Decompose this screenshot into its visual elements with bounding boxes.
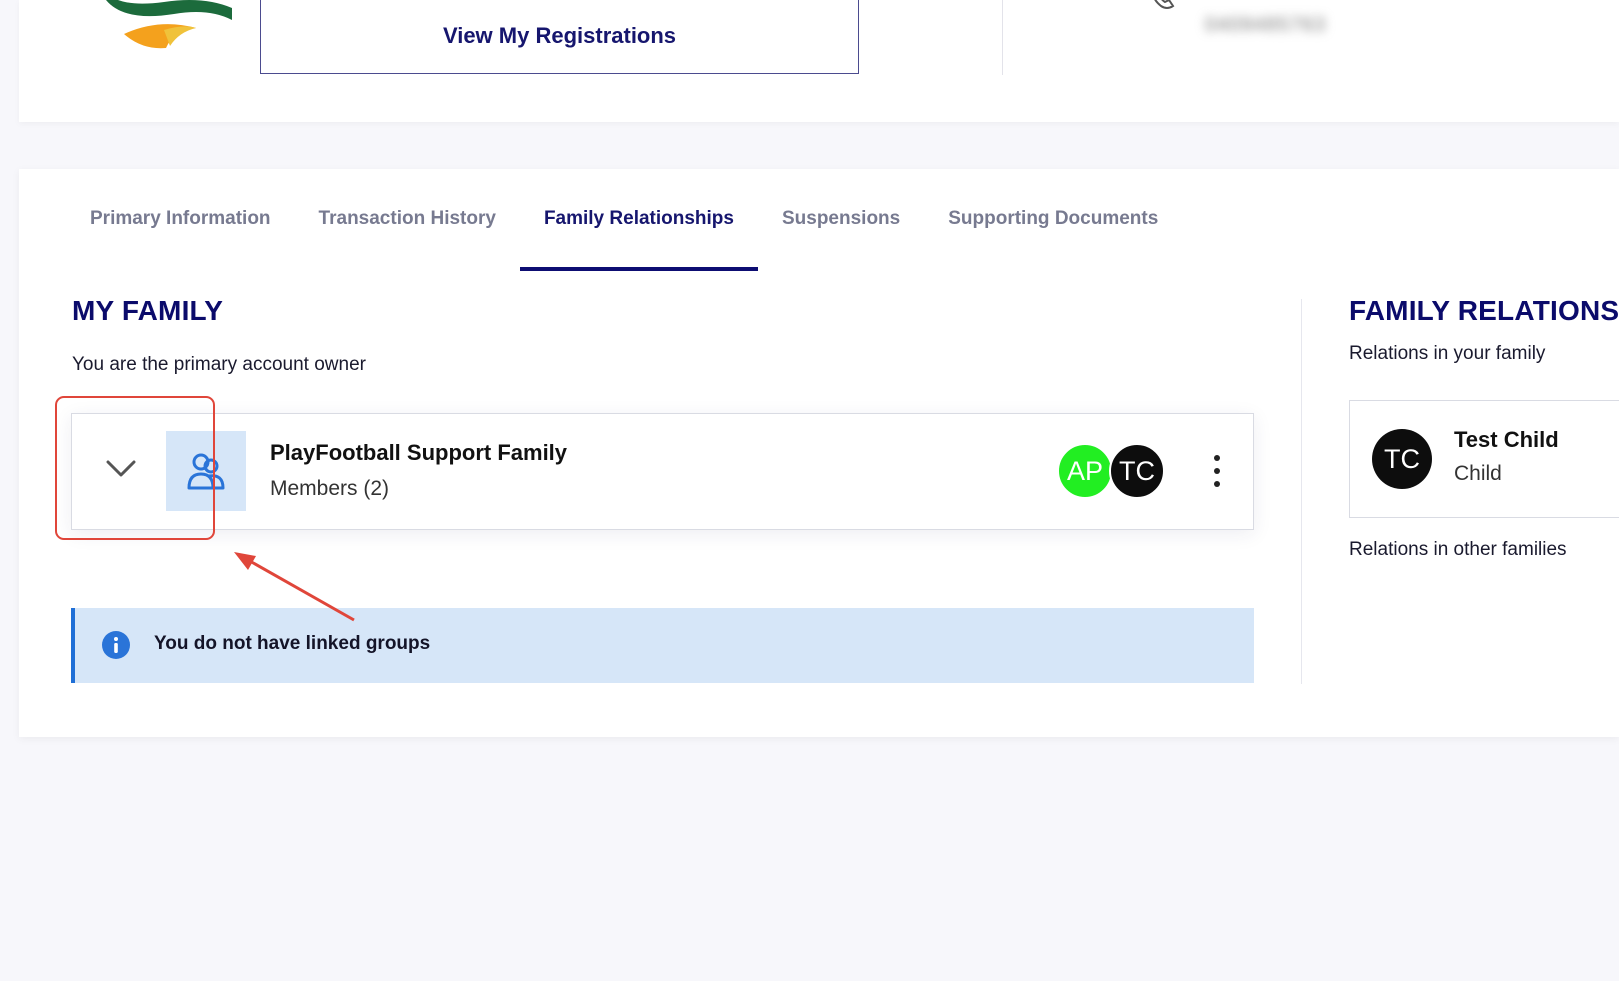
- family-name: PlayFootball Support Family: [270, 440, 568, 465]
- avatar: AP: [1057, 443, 1113, 499]
- my-family-title: MY FAMILY: [72, 295, 224, 326]
- relation-name: Test Child: [1454, 427, 1559, 452]
- tab-suspensions[interactable]: Suspensions: [758, 169, 924, 269]
- annotation-highlight-box: [55, 396, 215, 540]
- relations-in-family-label: Relations in your family: [1349, 343, 1546, 364]
- relation-role: Child: [1454, 462, 1502, 485]
- organization-logo: [106, 0, 232, 49]
- phone-number: 0409485763: [1205, 14, 1327, 36]
- profile-tabs: Primary Information Transaction History …: [66, 169, 1182, 271]
- family-row[interactable]: PlayFootball Support Family Members (2) …: [71, 413, 1254, 530]
- family-relationships-panel: Primary Information Transaction History …: [19, 169, 1619, 737]
- tab-family-relationships[interactable]: Family Relationships: [519, 169, 759, 271]
- annotation-arrow-icon: [234, 552, 355, 622]
- family-relations-title: FAMILY RELATIONS: [1349, 295, 1619, 326]
- more-options-icon[interactable]: [1210, 453, 1224, 489]
- header-divider: [1002, 0, 1003, 75]
- primary-owner-note: You are the primary account owner: [72, 354, 366, 375]
- profile-header-card: View My Registrations 0409485763: [19, 0, 1619, 122]
- avatar: TC: [1109, 443, 1165, 499]
- view-registrations-button[interactable]: View My Registrations: [260, 0, 859, 74]
- family-member-count: Members (2): [270, 477, 390, 500]
- relation-card[interactable]: TC Test Child Child: [1349, 400, 1619, 518]
- tab-supporting-documents[interactable]: Supporting Documents: [924, 169, 1182, 269]
- tab-primary-information[interactable]: Primary Information: [66, 169, 295, 269]
- avatar: TC: [1372, 429, 1432, 489]
- tab-transaction-history[interactable]: Transaction History: [295, 169, 520, 269]
- relations-other-families-label: Relations in other families: [1349, 539, 1567, 560]
- phone-icon: [1154, 0, 1175, 9]
- info-icon: [102, 631, 130, 659]
- column-divider: [1301, 299, 1302, 684]
- alert-message: You do not have linked groups: [154, 633, 431, 654]
